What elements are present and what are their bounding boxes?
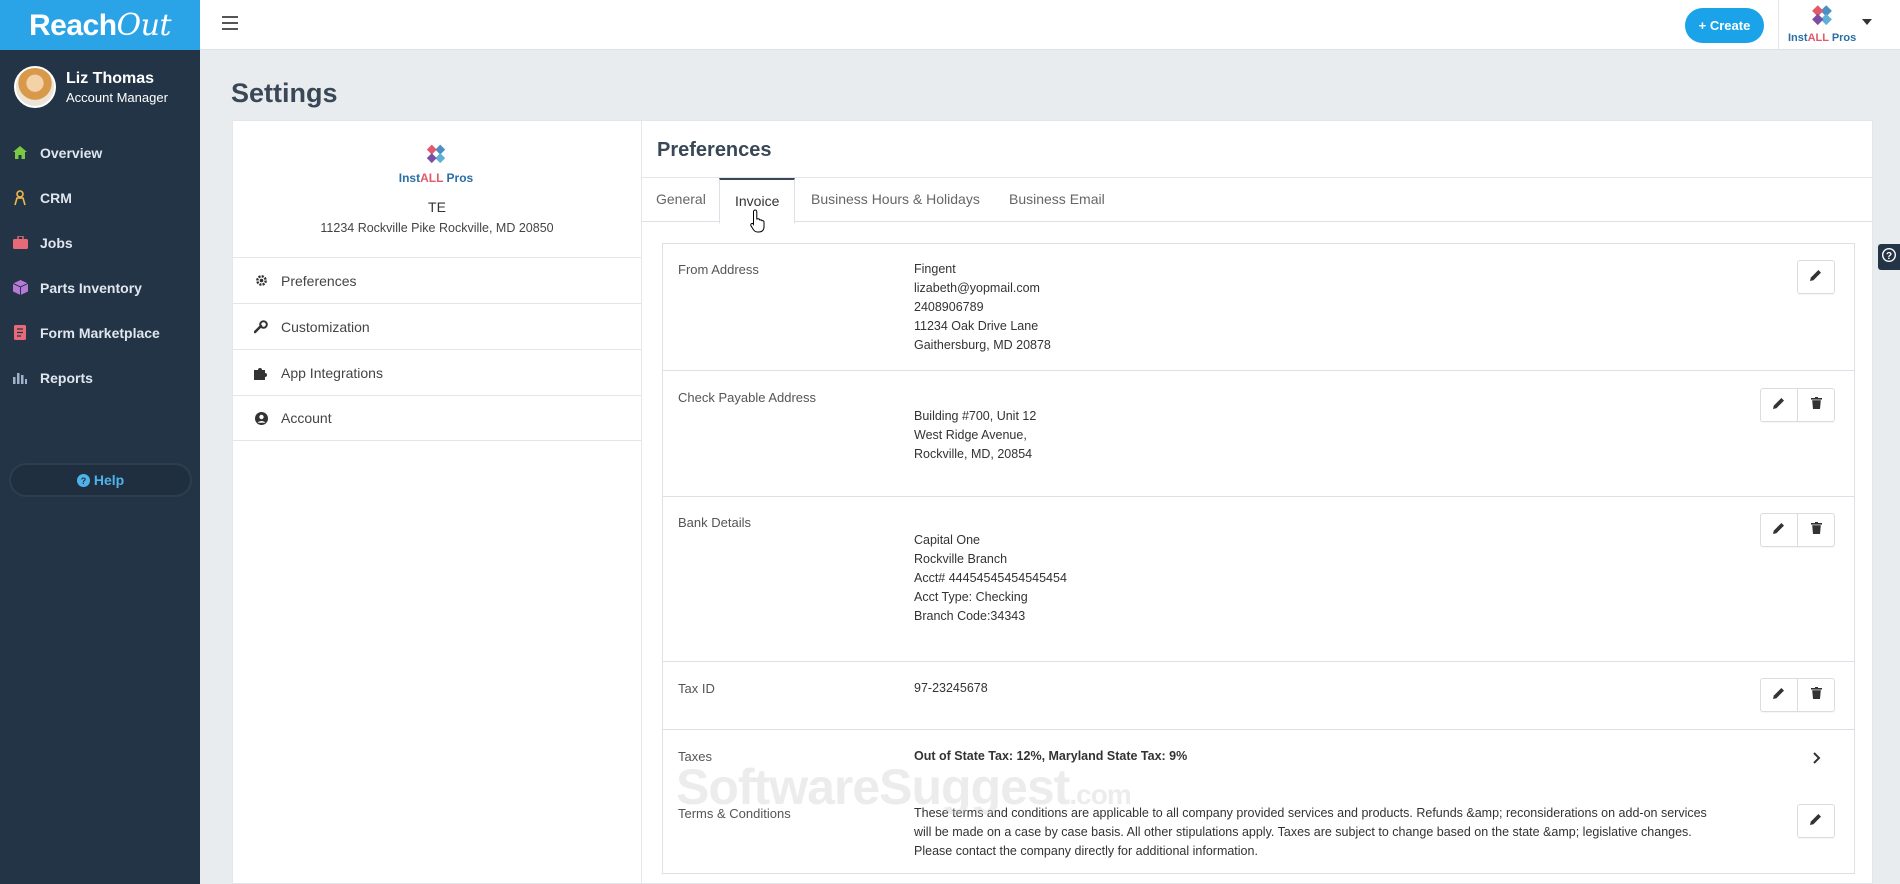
user-profile[interactable]: Liz Thomas Account Manager — [0, 50, 200, 124]
company-logo-menu[interactable]: InstALL Pros — [1788, 4, 1856, 46]
settings-item-label: Customization — [281, 318, 370, 335]
pencil-icon — [1773, 396, 1785, 414]
watermark: SoftwareSuggest.com — [676, 759, 1132, 815]
help-button[interactable]: ? Help — [9, 463, 192, 497]
company-logo-text: InstALL Pros — [398, 171, 474, 185]
bar-chart-icon — [12, 370, 28, 386]
sidebar-item-label: CRM — [40, 189, 72, 206]
preferences-title: Preferences — [657, 139, 772, 161]
delete-check-payable-button[interactable] — [1797, 388, 1835, 422]
gear-icon — [253, 273, 269, 289]
settings-menu: Preferences Customization App Integratio… — [233, 257, 641, 441]
row-label: Tax ID — [678, 681, 715, 696]
puzzle-icon — [253, 365, 269, 381]
tab-general[interactable]: General — [656, 178, 706, 222]
company-code: TE — [428, 199, 446, 215]
tax-id-value: 97-23245678 — [914, 681, 988, 695]
wrench-icon — [253, 319, 269, 335]
pencil-icon — [1773, 686, 1785, 704]
crm-icon — [12, 189, 28, 206]
settings-item-label: App Integrations — [281, 364, 383, 381]
logo-text: InstALL Pros — [1788, 32, 1857, 44]
settings-item-preferences[interactable]: Preferences — [233, 257, 641, 303]
hand-cursor-icon — [750, 209, 768, 238]
tax-id-row: Tax ID 97-23245678 — [663, 662, 1854, 730]
sidebar-item-label: Overview — [40, 144, 103, 161]
edit-from-address-button[interactable] — [1797, 260, 1835, 294]
sidebar-item-jobs[interactable]: Jobs — [0, 220, 200, 265]
trash-icon — [1810, 396, 1822, 414]
hamburger-menu-icon[interactable] — [222, 16, 238, 30]
trash-icon — [1810, 521, 1822, 539]
sidebar-item-parts-inventory[interactable]: Parts Inventory — [0, 265, 200, 310]
edit-tax-id-button[interactable] — [1760, 678, 1798, 712]
from-address-row: From Address Fingent lizabeth@yopmail.co… — [663, 244, 1854, 371]
user-circle-icon — [253, 410, 269, 426]
pencil-icon — [1810, 812, 1822, 830]
edit-terms-button[interactable] — [1797, 804, 1835, 838]
bank-details-row: Bank Details Capital One Rockville Branc… — [663, 497, 1854, 662]
avatar — [14, 66, 56, 108]
row-label: Bank Details — [678, 515, 751, 530]
sidebar-item-label: Parts Inventory — [40, 279, 142, 296]
tab-business-email[interactable]: Business Email — [1009, 178, 1105, 222]
sidebar-item-form-marketplace[interactable]: Form Marketplace — [0, 310, 200, 355]
sidebar-item-crm[interactable]: CRM — [0, 175, 200, 220]
delete-bank-details-button[interactable] — [1797, 513, 1835, 547]
chevron-down-icon[interactable] — [1862, 19, 1872, 25]
question-icon: ? — [1881, 247, 1897, 267]
box-icon — [12, 280, 28, 296]
tab-business-hours[interactable]: Business Hours & Holidays — [811, 178, 980, 222]
check-payable-row: Check Payable Address Building #700, Uni… — [663, 371, 1854, 497]
sidebar-item-label: Reports — [40, 369, 93, 386]
help-corner-button[interactable]: ? — [1878, 244, 1900, 270]
brand-name-part2: Out — [116, 7, 172, 43]
help-label: Help — [93, 472, 125, 488]
settings-side-panel: InstALL Pros TE 11234 Rockville Pike Roc… — [232, 120, 642, 884]
check-payable-value: Building #700, Unit 12 West Ridge Avenue… — [914, 409, 1037, 461]
row-label: From Address — [678, 262, 759, 277]
sidebar-item-label: Form Marketplace — [40, 324, 160, 341]
sidebar: ReachOut Liz Thomas Account Manager Over… — [0, 0, 200, 884]
edit-bank-details-button[interactable] — [1760, 513, 1798, 547]
sidebar-item-label: Jobs — [40, 234, 73, 251]
sidebar-item-reports[interactable]: Reports — [0, 355, 200, 400]
brand-logo[interactable]: ReachOut — [0, 0, 200, 50]
company-logo: InstALL Pros — [380, 141, 492, 187]
svg-text:?: ? — [1886, 251, 1892, 262]
preferences-tabs: General Invoice Business Hours & Holiday… — [642, 177, 1872, 224]
divider — [1778, 0, 1779, 50]
create-button[interactable]: + Create — [1685, 8, 1764, 43]
user-name: Liz Thomas — [66, 69, 155, 87]
pencil-icon — [1773, 521, 1785, 539]
settings-item-app-integrations[interactable]: App Integrations — [233, 349, 641, 395]
chevron-right-icon[interactable] — [1813, 751, 1821, 769]
settings-item-label: Account — [281, 410, 332, 426]
question-circle-icon: ? — [76, 473, 90, 487]
company-address: 11234 Rockville Pike Rockville, MD 20850 — [320, 221, 554, 235]
sidebar-nav: Overview CRM Jobs Parts Inventory Form M… — [0, 130, 200, 400]
top-bar: + Create InstALL Pros — [200, 0, 1900, 50]
home-icon — [12, 145, 28, 161]
user-role: Account Manager — [66, 89, 168, 105]
settings-item-customization[interactable]: Customization — [233, 303, 641, 349]
edit-check-payable-button[interactable] — [1760, 388, 1798, 422]
svg-text:?: ? — [81, 476, 87, 486]
from-address-value: Fingent lizabeth@yopmail.com 2408906789 … — [914, 262, 1051, 352]
settings-item-label: Preferences — [281, 272, 357, 289]
bank-details-value: Capital One Rockville Branch Acct# 44454… — [914, 533, 1067, 623]
briefcase-icon — [12, 235, 28, 251]
trash-icon — [1810, 686, 1822, 704]
row-label: Check Payable Address — [678, 390, 817, 405]
settings-item-account[interactable]: Account — [233, 395, 641, 441]
page-title: Settings — [231, 78, 338, 108]
brand-name-part1: Reach — [28, 8, 117, 42]
form-icon — [12, 325, 28, 341]
pencil-icon — [1810, 268, 1822, 286]
sidebar-item-overview[interactable]: Overview — [0, 130, 200, 175]
delete-tax-id-button[interactable] — [1797, 678, 1835, 712]
